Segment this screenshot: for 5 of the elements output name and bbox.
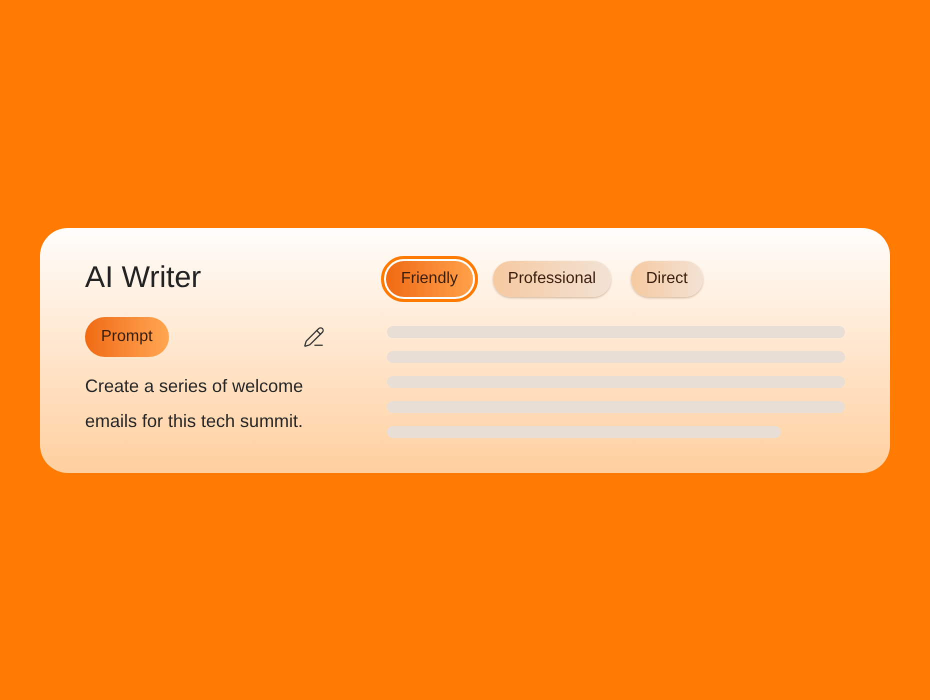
tone-tab[interactable]: Friendly [381, 256, 478, 302]
edit-icon[interactable] [303, 326, 325, 348]
card-title: AI Writer [85, 260, 202, 296]
prompt-tag: Prompt [85, 316, 169, 356]
prompt-text: Create a series of welcome emails for this tech summit. [85, 374, 304, 432]
